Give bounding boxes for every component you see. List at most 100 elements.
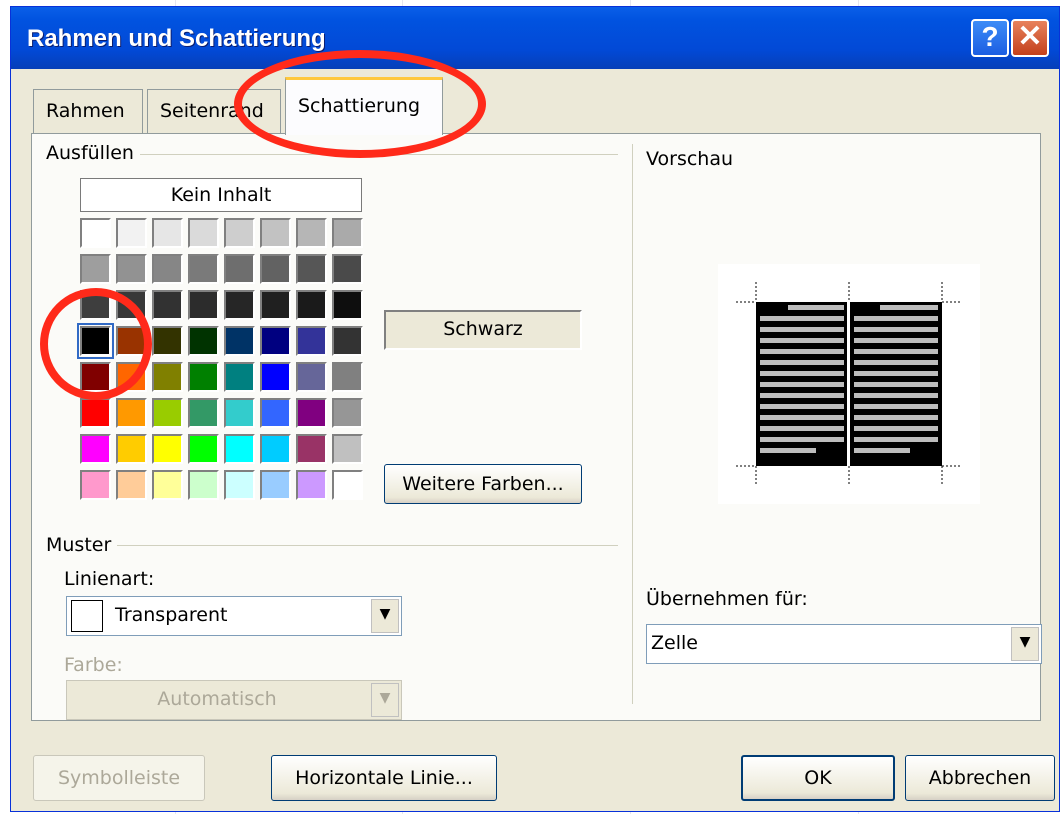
cancel-label: Abbrechen <box>928 767 1032 789</box>
color-swatch[interactable] <box>296 470 327 500</box>
help-button[interactable]: ? <box>971 19 1009 57</box>
toolbar-button: Symbolleiste <box>33 755 205 801</box>
color-swatch[interactable] <box>224 398 255 428</box>
apply-to-value: Zelle <box>651 632 698 654</box>
selected-color-name: Schwarz <box>384 310 582 350</box>
color-swatch[interactable] <box>296 398 327 428</box>
color-swatch[interactable] <box>296 218 327 248</box>
color-swatch[interactable] <box>80 470 111 500</box>
color-swatch[interactable] <box>224 362 255 392</box>
color-swatch[interactable] <box>188 434 219 464</box>
color-swatch[interactable] <box>332 218 363 248</box>
color-swatch[interactable] <box>188 290 219 320</box>
dropdown-arrow-icon[interactable]: ▼ <box>1011 627 1039 661</box>
cancel-button[interactable]: Abbrechen <box>905 755 1055 801</box>
color-swatch[interactable] <box>152 326 183 356</box>
swatch-highlight-annotation <box>40 288 152 400</box>
color-swatch[interactable] <box>296 362 327 392</box>
color-swatch[interactable] <box>188 470 219 500</box>
color-swatch[interactable] <box>152 470 183 500</box>
color-swatch[interactable] <box>152 290 183 320</box>
color-swatch[interactable] <box>224 218 255 248</box>
color-swatch[interactable] <box>260 326 291 356</box>
color-swatch[interactable] <box>296 326 327 356</box>
title-bar[interactable]: Rahmen und Schattierung ? ✕ <box>11 7 1059 69</box>
color-swatch[interactable] <box>116 434 147 464</box>
tab-borders[interactable]: Rahmen <box>33 89 143 133</box>
color-swatch[interactable] <box>224 326 255 356</box>
pattern-color-label: Farbe: <box>64 654 123 676</box>
close-button[interactable]: ✕ <box>1011 19 1049 57</box>
dropdown-arrow-icon: ▼ <box>371 683 399 717</box>
pattern-swatch <box>71 600 103 632</box>
dropdown-arrow-icon[interactable]: ▼ <box>371 599 399 633</box>
group-divider <box>52 545 618 546</box>
toolbar-button-label: Symbolleiste <box>57 767 181 789</box>
color-swatch[interactable] <box>80 218 111 248</box>
horizontal-line-label: Horizontale Linie... <box>295 767 473 789</box>
color-swatch[interactable] <box>188 398 219 428</box>
color-swatch[interactable] <box>116 218 147 248</box>
color-swatch[interactable] <box>332 254 363 284</box>
tab-highlight-annotation <box>234 50 486 158</box>
color-swatch[interactable] <box>116 470 147 500</box>
color-swatch[interactable] <box>260 218 291 248</box>
tab-label: Rahmen <box>46 100 125 122</box>
color-swatch[interactable] <box>260 434 291 464</box>
color-swatch[interactable] <box>188 326 219 356</box>
dialog-title: Rahmen und Schattierung <box>27 25 326 52</box>
more-colors-label: Weitere Farben... <box>402 473 564 495</box>
color-swatch[interactable] <box>332 290 363 320</box>
color-swatch[interactable] <box>80 254 111 284</box>
help-icon: ? <box>981 21 999 52</box>
no-fill-button[interactable]: Kein Inhalt <box>80 178 362 212</box>
horizontal-line-button[interactable]: Horizontale Linie... <box>271 755 497 801</box>
pattern-style-label: Linienart: <box>64 568 155 590</box>
color-swatch[interactable] <box>152 434 183 464</box>
shading-tab-panel: Ausfüllen Kein Inhalt Schwarz Weitere Fa… <box>31 133 1042 721</box>
pattern-color-value: Automatisch <box>157 688 277 710</box>
color-swatch[interactable] <box>332 362 363 392</box>
apply-to-select[interactable]: Zelle ▼ <box>646 624 1042 664</box>
color-swatch[interactable] <box>188 362 219 392</box>
color-swatch[interactable] <box>152 218 183 248</box>
color-swatch[interactable] <box>116 254 147 284</box>
color-swatch[interactable] <box>260 470 291 500</box>
color-swatch[interactable] <box>332 434 363 464</box>
color-swatch[interactable] <box>152 398 183 428</box>
color-swatch[interactable] <box>332 398 363 428</box>
color-swatch[interactable] <box>224 470 255 500</box>
color-swatch[interactable] <box>296 434 327 464</box>
color-swatch[interactable] <box>260 254 291 284</box>
apply-to-label: Übernehmen für: <box>646 588 808 610</box>
color-swatch[interactable] <box>260 362 291 392</box>
color-swatch[interactable] <box>80 398 111 428</box>
more-colors-button[interactable]: Weitere Farben... <box>384 464 582 504</box>
color-swatch[interactable] <box>332 326 363 356</box>
color-swatch[interactable] <box>152 254 183 284</box>
pattern-color-select: Automatisch ▼ <box>66 680 402 720</box>
color-swatch[interactable] <box>188 254 219 284</box>
color-swatch[interactable] <box>332 470 363 500</box>
pattern-style-select[interactable]: Transparent ▼ <box>66 596 402 636</box>
color-swatch[interactable] <box>80 434 111 464</box>
color-swatch[interactable] <box>152 362 183 392</box>
color-swatch[interactable] <box>260 398 291 428</box>
pattern-style-value: Transparent <box>115 604 228 626</box>
fill-group-label: Ausfüllen <box>46 142 140 164</box>
color-swatch[interactable] <box>116 398 147 428</box>
column-divider <box>632 144 633 704</box>
ok-button[interactable]: OK <box>741 755 895 801</box>
no-fill-label: Kein Inhalt <box>170 184 272 206</box>
color-swatch[interactable] <box>224 290 255 320</box>
color-swatch[interactable] <box>296 290 327 320</box>
selected-color-label: Schwarz <box>443 318 523 340</box>
borders-and-shading-dialog: Rahmen und Schattierung ? ✕ Rahmen Seite… <box>10 6 1060 812</box>
color-swatch[interactable] <box>224 254 255 284</box>
color-swatch[interactable] <box>224 434 255 464</box>
color-swatch[interactable] <box>296 254 327 284</box>
color-swatch[interactable] <box>260 290 291 320</box>
pattern-group-label: Muster <box>46 534 118 556</box>
preview-group-label: Vorschau <box>646 148 740 170</box>
color-swatch[interactable] <box>188 218 219 248</box>
